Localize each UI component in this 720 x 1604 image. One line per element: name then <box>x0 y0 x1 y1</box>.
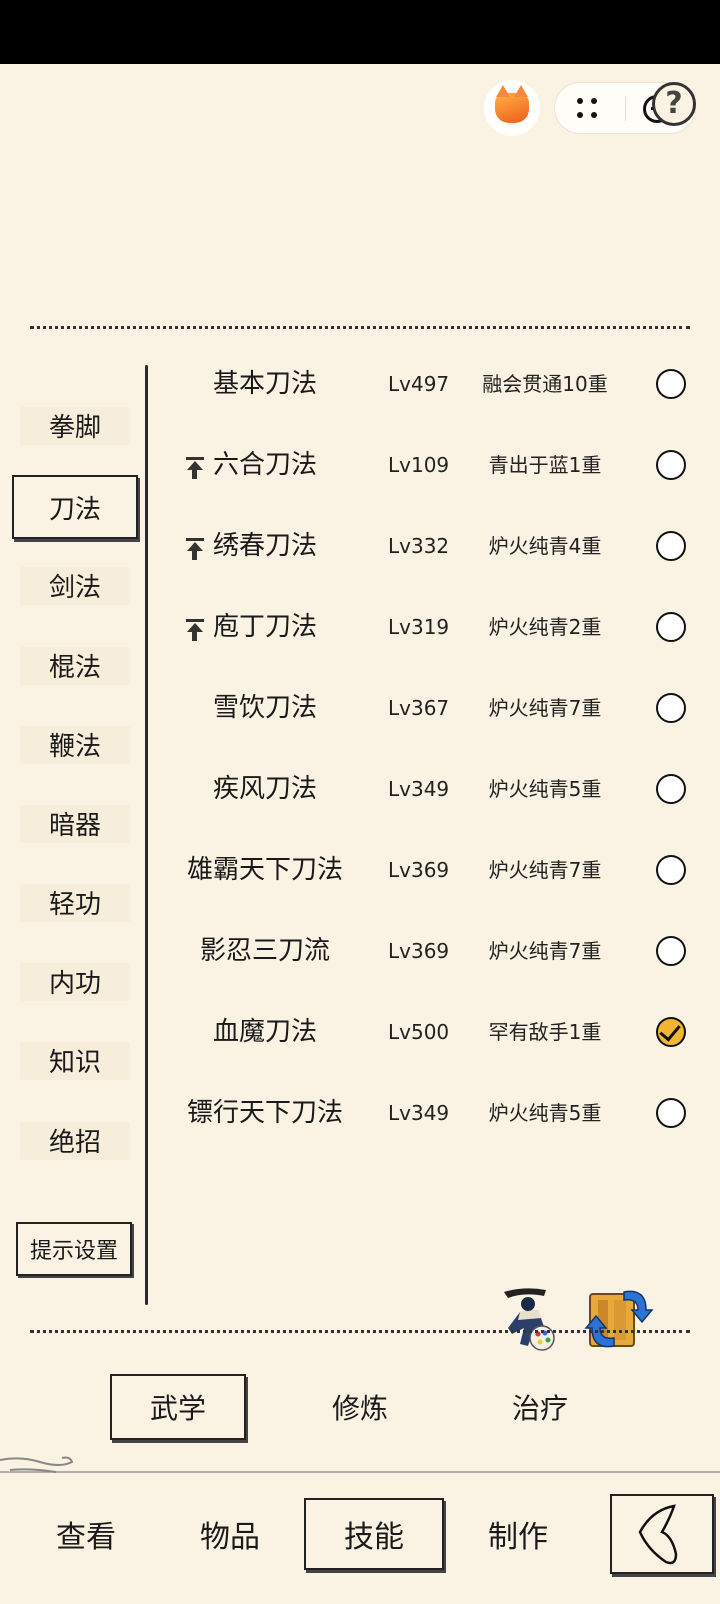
skill-row[interactable]: 镖行天下刀法 Lv349 炉火纯青5重 <box>170 1083 700 1143</box>
bottom-bar-edge <box>0 1471 720 1473</box>
bottom-tab-1[interactable]: 物品 <box>160 1498 300 1570</box>
hint-settings-button[interactable]: 提示设置 <box>16 1222 132 1276</box>
skill-row[interactable]: 疾风刀法 Lv349 炉火纯青5重 <box>170 759 700 819</box>
category-tab-label: 内功 <box>48 968 101 999</box>
status-bar <box>0 0 720 64</box>
skill-rank: 炉火纯青7重 <box>488 858 602 882</box>
sub-tabs: 武学 修炼 治疗 <box>0 1374 720 1440</box>
category-tab-9[interactable]: 绝招 <box>10 1110 140 1170</box>
equip-radio[interactable] <box>656 1098 686 1128</box>
category-tab-label: 鞭法 <box>48 731 101 762</box>
category-tab-label: 刀法 <box>48 494 101 525</box>
category-tab-label: 绝招 <box>48 1127 101 1158</box>
category-tab-8[interactable]: 知识 <box>10 1030 140 1090</box>
skill-level: Lv369 <box>388 858 450 882</box>
category-tab-3[interactable]: 棍法 <box>10 635 140 695</box>
skill-level: Lv332 <box>388 534 450 558</box>
skill-level: Lv369 <box>388 939 450 963</box>
equip-radio[interactable] <box>656 693 686 723</box>
skill-row[interactable]: 基本刀法 Lv497 融会贯通10重 <box>170 354 700 414</box>
skill-level: Lv349 <box>388 777 450 801</box>
category-tab-label: 拳脚 <box>48 412 101 443</box>
skill-name: 血魔刀法 <box>212 1017 317 1047</box>
skill-name: 雪饮刀法 <box>212 693 317 723</box>
equip-radio[interactable] <box>656 531 686 561</box>
skill-row[interactable]: 雄霸天下刀法 Lv369 炉火纯青7重 <box>170 840 700 900</box>
game-center-icon[interactable] <box>484 80 540 136</box>
skill-name: 绣春刀法 <box>212 531 317 561</box>
bottom-tab-0[interactable]: 查看 <box>16 1498 156 1570</box>
category-tab-7[interactable]: 内功 <box>10 951 140 1011</box>
skill-level: Lv497 <box>388 372 450 396</box>
skill-row[interactable]: 影忍三刀流 Lv369 炉火纯青7重 <box>170 921 700 981</box>
skill-level: Lv367 <box>388 696 450 720</box>
sub-tab-0[interactable]: 武学 <box>110 1374 246 1440</box>
category-tab-label: 暗器 <box>48 810 101 841</box>
equip-radio[interactable] <box>656 774 686 804</box>
skill-rank: 融会贯通10重 <box>482 372 608 396</box>
category-tab-5[interactable]: 暗器 <box>10 793 140 853</box>
skill-name: 庖丁刀法 <box>212 612 317 642</box>
category-tab-0[interactable]: 拳脚 <box>10 395 140 455</box>
category-tab-4[interactable]: 鞭法 <box>10 714 140 774</box>
skill-row[interactable]: 绣春刀法 Lv332 炉火纯青4重 <box>170 516 700 576</box>
skill-row[interactable]: 血魔刀法 Lv500 罕有敌手1重 <box>170 1002 700 1062</box>
bottom-tab-3[interactable]: 制作 <box>448 1498 588 1570</box>
skill-swap-icon[interactable] <box>584 1284 654 1354</box>
skill-rank: 炉火纯青5重 <box>488 777 602 801</box>
back-button[interactable] <box>610 1494 714 1574</box>
equipped-check-icon[interactable] <box>656 1017 686 1047</box>
skill-level: Lv500 <box>388 1020 450 1044</box>
skill-name: 镖行天下刀法 <box>186 1098 343 1128</box>
back-arrow-icon <box>638 1504 678 1565</box>
skill-rank: 炉火纯青4重 <box>488 534 602 558</box>
category-tab-label: 知识 <box>48 1047 101 1078</box>
skill-rank: 罕有敌手1重 <box>488 1020 602 1044</box>
skill-row[interactable]: 雪饮刀法 Lv367 炉火纯青7重 <box>170 678 700 738</box>
category-tab-label: 轻功 <box>48 889 101 920</box>
equip-radio[interactable] <box>656 855 686 885</box>
decorative-cloud-swirl <box>0 1456 74 1473</box>
equip-radio[interactable] <box>656 369 686 399</box>
top-divider <box>30 326 690 329</box>
capsule-divider <box>625 97 626 121</box>
skill-rank: 青出于蓝1重 <box>488 453 602 477</box>
bottom-tab-2[interactable]: 技能 <box>304 1498 444 1570</box>
skill-level: Lv349 <box>388 1101 450 1125</box>
category-tab-6[interactable]: 轻功 <box>10 872 140 932</box>
skill-name: 六合刀法 <box>212 450 317 480</box>
skill-rank: 炉火纯青2重 <box>488 615 602 639</box>
skill-rank: 炉火纯青7重 <box>488 696 602 720</box>
bottom-divider <box>30 1330 690 1333</box>
skill-name: 基本刀法 <box>212 369 317 399</box>
skill-row[interactable]: 庖丁刀法 Lv319 炉火纯青2重 <box>170 597 700 657</box>
sub-tab-2[interactable]: 治疗 <box>472 1374 608 1440</box>
skill-rank: 炉火纯青7重 <box>488 939 602 963</box>
skill-name: 雄霸天下刀法 <box>186 855 343 885</box>
help-icon[interactable]: ? <box>652 82 696 126</box>
skill-rank: 炉火纯青5重 <box>488 1101 602 1125</box>
skill-level: Lv319 <box>388 615 450 639</box>
vertical-divider <box>145 365 148 1305</box>
category-tab-1[interactable]: 刀法 <box>12 475 138 539</box>
equip-radio[interactable] <box>656 450 686 480</box>
category-tab-label: 棍法 <box>48 652 101 683</box>
category-tab-2[interactable]: 剑法 <box>10 555 140 615</box>
equip-radio[interactable] <box>656 612 686 642</box>
category-tab-label: 剑法 <box>48 572 101 603</box>
martial-art-customize-icon[interactable] <box>494 1284 560 1354</box>
skill-row[interactable]: 六合刀法 Lv109 青出于蓝1重 <box>170 435 700 495</box>
sub-tab-1[interactable]: 修炼 <box>292 1374 428 1440</box>
more-dots-icon[interactable] <box>577 96 603 122</box>
skill-level: Lv109 <box>388 453 450 477</box>
skill-name: 影忍三刀流 <box>199 936 330 966</box>
skill-name: 疾风刀法 <box>212 774 317 804</box>
equip-radio[interactable] <box>656 936 686 966</box>
